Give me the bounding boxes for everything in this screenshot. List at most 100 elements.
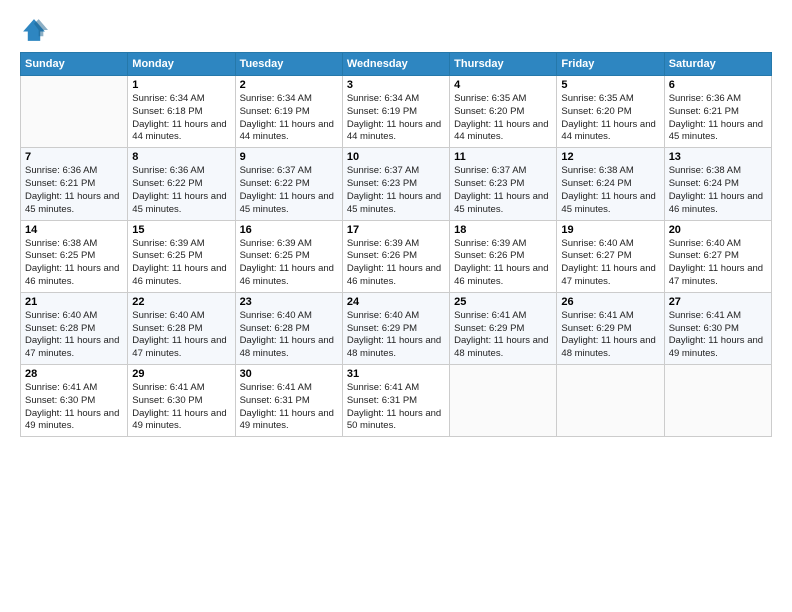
day-header: Thursday [450,53,557,76]
day-info: Sunrise: 6:36 AMSunset: 6:22 PMDaylight:… [132,165,230,216]
day-info: Sunrise: 6:35 AMSunset: 6:20 PMDaylight:… [454,93,552,144]
day-info: Sunrise: 6:40 AMSunset: 6:29 PMDaylight:… [347,310,445,361]
calendar-cell: 4 Sunrise: 6:35 AMSunset: 6:20 PMDaylight… [450,76,557,148]
calendar-cell: 7 Sunrise: 6:36 AMSunset: 6:21 PMDaylight… [21,148,128,220]
day-info: Sunrise: 6:38 AMSunset: 6:24 PMDaylight:… [561,165,659,216]
calendar-cell: 6 Sunrise: 6:36 AMSunset: 6:21 PMDaylight… [664,76,771,148]
calendar-cell: 10 Sunrise: 6:37 AMSunset: 6:23 PMDayligh… [342,148,449,220]
day-info: Sunrise: 6:41 AMSunset: 6:30 PMDaylight:… [25,382,123,433]
day-number: 7 [25,151,123,163]
logo [20,16,52,44]
calendar-cell: 1 Sunrise: 6:34 AMSunset: 6:18 PMDaylight… [128,76,235,148]
calendar-cell: 15 Sunrise: 6:39 AMSunset: 6:25 PMDayligh… [128,220,235,292]
calendar-cell: 29 Sunrise: 6:41 AMSunset: 6:30 PMDayligh… [128,365,235,437]
day-number: 3 [347,79,445,91]
day-number: 2 [240,79,338,91]
day-info: Sunrise: 6:37 AMSunset: 6:23 PMDaylight:… [347,165,445,216]
calendar-cell: 24 Sunrise: 6:40 AMSunset: 6:29 PMDayligh… [342,292,449,364]
day-info: Sunrise: 6:37 AMSunset: 6:22 PMDaylight:… [240,165,338,216]
calendar-cell: 9Sunrise: 6:37 AMSunset: 6:22 PMDaylight… [235,148,342,220]
calendar-table: SundayMondayTuesdayWednesdayThursdayFrid… [20,52,772,437]
day-number: 14 [25,224,123,236]
calendar-cell: 21 Sunrise: 6:40 AMSunset: 6:28 PMDayligh… [21,292,128,364]
header [20,16,772,44]
day-number: 8 [132,151,230,163]
calendar-header: SundayMondayTuesdayWednesdayThursdayFrid… [21,53,772,76]
day-info: Sunrise: 6:41 AMSunset: 6:31 PMDaylight:… [240,382,338,433]
day-number: 27 [669,296,767,308]
calendar-week-row: 14Sunrise: 6:38 AMSunset: 6:25 PMDayligh… [21,220,772,292]
day-number: 29 [132,368,230,380]
day-number: 18 [454,224,552,236]
calendar-cell [557,365,664,437]
day-number: 24 [347,296,445,308]
day-header: Friday [557,53,664,76]
day-info: Sunrise: 6:41 AMSunset: 6:30 PMDaylight:… [669,310,767,361]
day-number: 11 [454,151,552,163]
day-info: Sunrise: 6:39 AMSunset: 6:26 PMDaylight:… [347,238,445,289]
calendar-cell: 22Sunrise: 6:40 AMSunset: 6:28 PMDayligh… [128,292,235,364]
calendar-cell: 2 Sunrise: 6:34 AMSunset: 6:19 PMDaylight… [235,76,342,148]
calendar-cell [450,365,557,437]
calendar-cell: 28 Sunrise: 6:41 AMSunset: 6:30 PMDayligh… [21,365,128,437]
calendar-cell: 11 Sunrise: 6:37 AMSunset: 6:23 PMDayligh… [450,148,557,220]
day-info: Sunrise: 6:34 AMSunset: 6:19 PMDaylight:… [347,93,445,144]
logo-icon [20,16,48,44]
calendar-cell: 16 Sunrise: 6:39 AMSunset: 6:25 PMDayligh… [235,220,342,292]
calendar-cell: 18Sunrise: 6:39 AMSunset: 6:26 PMDayligh… [450,220,557,292]
day-header: Saturday [664,53,771,76]
day-number: 26 [561,296,659,308]
calendar-week-row: 1 Sunrise: 6:34 AMSunset: 6:18 PMDaylight… [21,76,772,148]
day-number: 25 [454,296,552,308]
day-number: 16 [240,224,338,236]
calendar-cell: 30 Sunrise: 6:41 AMSunset: 6:31 PMDayligh… [235,365,342,437]
calendar-cell: 12 Sunrise: 6:38 AMSunset: 6:24 PMDayligh… [557,148,664,220]
day-number: 19 [561,224,659,236]
calendar-cell: 8 Sunrise: 6:36 AMSunset: 6:22 PMDaylight… [128,148,235,220]
day-info: Sunrise: 6:35 AMSunset: 6:20 PMDaylight:… [561,93,659,144]
calendar-cell: 19 Sunrise: 6:40 AMSunset: 6:27 PMDayligh… [557,220,664,292]
day-info: Sunrise: 6:39 AMSunset: 6:25 PMDaylight:… [132,238,230,289]
day-number: 22 [132,296,230,308]
day-info: Sunrise: 6:34 AMSunset: 6:19 PMDaylight:… [240,93,338,144]
day-info: Sunrise: 6:40 AMSunset: 6:27 PMDaylight:… [561,238,659,289]
day-info: Sunrise: 6:34 AMSunset: 6:18 PMDaylight:… [132,93,230,144]
day-info: Sunrise: 6:37 AMSunset: 6:23 PMDaylight:… [454,165,552,216]
day-header: Tuesday [235,53,342,76]
calendar-cell: 13Sunrise: 6:38 AMSunset: 6:24 PMDayligh… [664,148,771,220]
day-number: 28 [25,368,123,380]
day-number: 17 [347,224,445,236]
day-number: 5 [561,79,659,91]
day-header: Monday [128,53,235,76]
day-number: 1 [132,79,230,91]
day-number: 10 [347,151,445,163]
day-info: Sunrise: 6:41 AMSunset: 6:30 PMDaylight:… [132,382,230,433]
calendar-cell: 17 Sunrise: 6:39 AMSunset: 6:26 PMDayligh… [342,220,449,292]
day-number: 20 [669,224,767,236]
header-row: SundayMondayTuesdayWednesdayThursdayFrid… [21,53,772,76]
calendar-week-row: 21 Sunrise: 6:40 AMSunset: 6:28 PMDayligh… [21,292,772,364]
calendar-cell: 5 Sunrise: 6:35 AMSunset: 6:20 PMDaylight… [557,76,664,148]
calendar-cell: 3 Sunrise: 6:34 AMSunset: 6:19 PMDaylight… [342,76,449,148]
day-info: Sunrise: 6:36 AMSunset: 6:21 PMDaylight:… [669,93,767,144]
page: SundayMondayTuesdayWednesdayThursdayFrid… [0,0,792,447]
day-number: 30 [240,368,338,380]
day-info: Sunrise: 6:39 AMSunset: 6:25 PMDaylight:… [240,238,338,289]
day-info: Sunrise: 6:36 AMSunset: 6:21 PMDaylight:… [25,165,123,216]
calendar-cell: 27 Sunrise: 6:41 AMSunset: 6:30 PMDayligh… [664,292,771,364]
calendar-cell [664,365,771,437]
day-info: Sunrise: 6:41 AMSunset: 6:29 PMDaylight:… [561,310,659,361]
day-number: 21 [25,296,123,308]
calendar-cell: 23Sunrise: 6:40 AMSunset: 6:28 PMDayligh… [235,292,342,364]
day-header: Wednesday [342,53,449,76]
day-number: 6 [669,79,767,91]
day-info: Sunrise: 6:38 AMSunset: 6:24 PMDaylight:… [669,165,767,216]
calendar-cell [21,76,128,148]
day-number: 23 [240,296,338,308]
day-number: 15 [132,224,230,236]
day-info: Sunrise: 6:40 AMSunset: 6:28 PMDaylight:… [25,310,123,361]
calendar-cell: 14Sunrise: 6:38 AMSunset: 6:25 PMDayligh… [21,220,128,292]
day-number: 4 [454,79,552,91]
calendar-body: 1 Sunrise: 6:34 AMSunset: 6:18 PMDaylight… [21,76,772,437]
day-number: 12 [561,151,659,163]
